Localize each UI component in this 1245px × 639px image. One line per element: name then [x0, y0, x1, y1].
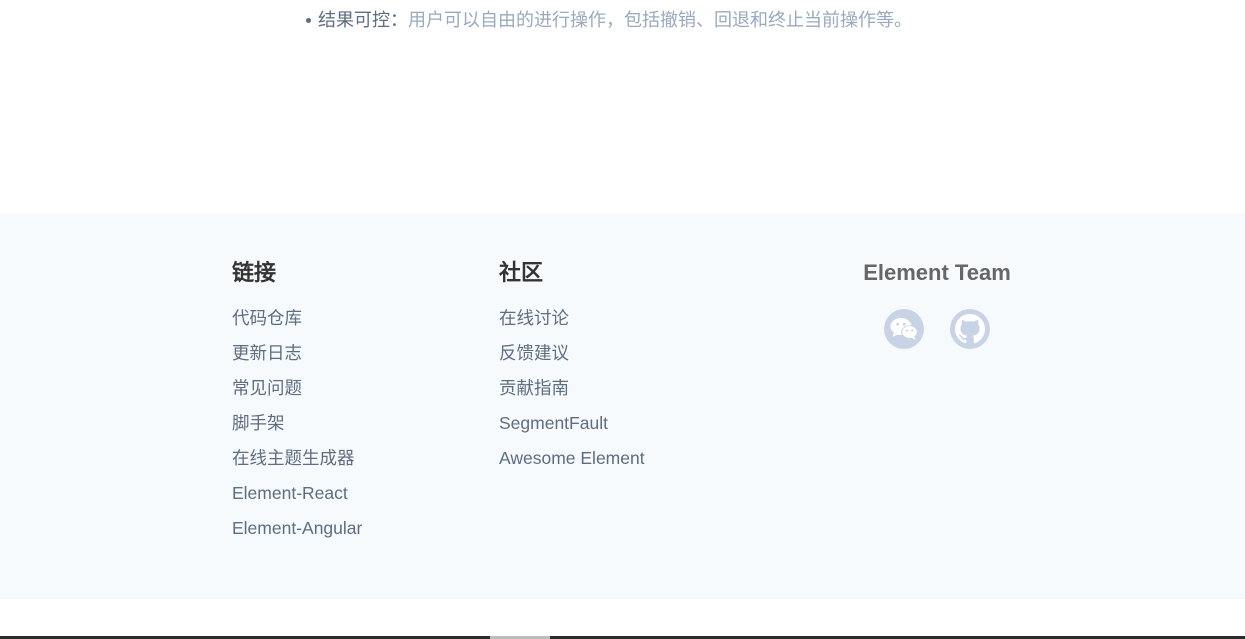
social-icons [861, 309, 1013, 349]
github-icon[interactable] [950, 309, 990, 349]
principle-bullet: 结果可控：用户可以自由的进行操作，包括撤销、回退和终止当前操作等。 [306, 8, 912, 32]
community-list: 在线讨论 反馈建议 贡献指南 SegmentFault Awesome Elem… [499, 301, 645, 476]
footer-link-awesome-element[interactable]: Awesome Element [499, 441, 645, 476]
footer-link-repo[interactable]: 代码仓库 [232, 301, 362, 336]
bullet-description: 用户可以自由的进行操作，包括撤销、回退和终止当前操作等。 [408, 10, 912, 30]
footer-link-changelog[interactable]: 更新日志 [232, 336, 362, 371]
footer-link-segmentfault[interactable]: SegmentFault [499, 406, 645, 441]
footer-link-element-react[interactable]: Element-React [232, 476, 362, 511]
links-heading: 链接 [232, 260, 277, 285]
community-heading: 社区 [499, 260, 544, 285]
team-title: Element Team [863, 260, 1011, 285]
page: 结果可控：用户可以自由的进行操作，包括撤销、回退和终止当前操作等。 链接 代码仓… [0, 0, 1245, 639]
footer-link-theme-generator[interactable]: 在线主题生成器 [232, 441, 362, 476]
links-list: 代码仓库 更新日志 常见问题 脚手架 在线主题生成器 Element-React… [232, 301, 362, 546]
footer-links-column: 链接 代码仓库 更新日志 常见问题 脚手架 在线主题生成器 Element-Re… [232, 258, 362, 546]
footer-link-feedback[interactable]: 反馈建议 [499, 336, 645, 371]
footer-link-scaffold[interactable]: 脚手架 [232, 406, 362, 441]
footer-community-column: 社区 在线讨论 反馈建议 贡献指南 SegmentFault Awesome E… [499, 258, 645, 476]
footer: 链接 代码仓库 更新日志 常见问题 脚手架 在线主题生成器 Element-Re… [0, 213, 1245, 599]
wechat-icon[interactable] [884, 309, 924, 349]
team-section: Element Team [861, 258, 1013, 349]
bullet-dot [306, 17, 311, 23]
bullet-label: 结果可控： [318, 10, 408, 30]
footer-link-faq[interactable]: 常见问题 [232, 371, 362, 406]
footer-link-contributing[interactable]: 贡献指南 [499, 371, 645, 406]
footer-link-discussion[interactable]: 在线讨论 [499, 301, 645, 336]
footer-link-element-angular[interactable]: Element-Angular [232, 511, 362, 546]
